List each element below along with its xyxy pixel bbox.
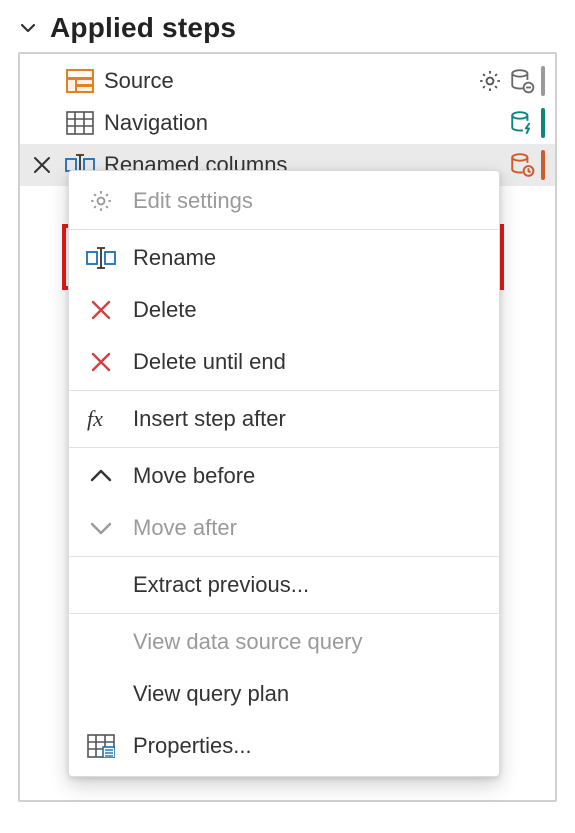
menu-label: Extract previous... — [133, 572, 309, 598]
rename-icon — [83, 247, 119, 269]
status-tick — [541, 66, 545, 96]
menu-delete-until-end[interactable]: Delete until end — [69, 336, 499, 388]
menu-label: Move after — [133, 515, 237, 541]
chevron-up-icon — [83, 466, 119, 486]
close-icon — [83, 299, 119, 321]
database-minus-icon — [509, 68, 535, 94]
step-row-source[interactable]: Source — [20, 60, 555, 102]
section-title: Applied steps — [50, 12, 236, 44]
menu-separator — [69, 390, 499, 391]
menu-move-after: Move after — [69, 502, 499, 554]
status-tick — [541, 108, 545, 138]
menu-insert-step-after[interactable]: fx Insert step after — [69, 393, 499, 445]
table-grid-icon — [64, 111, 96, 135]
database-clock-icon — [509, 152, 535, 178]
menu-rename[interactable]: Rename — [69, 232, 499, 284]
step-label: Source — [104, 68, 469, 94]
menu-separator — [69, 447, 499, 448]
applied-steps-header[interactable]: Applied steps — [18, 8, 557, 52]
menu-label: Move before — [133, 463, 255, 489]
step-label: Navigation — [104, 110, 501, 136]
menu-label: Delete until end — [133, 349, 286, 375]
menu-label: Properties... — [133, 733, 252, 759]
menu-label: View query plan — [133, 681, 289, 707]
menu-properties[interactable]: Properties... — [69, 720, 499, 772]
database-lightning-icon — [509, 110, 535, 136]
fx-icon: fx — [83, 407, 119, 431]
menu-extract-previous[interactable]: Extract previous... — [69, 559, 499, 611]
menu-view-data-source-query: View data source query — [69, 616, 499, 668]
menu-separator — [69, 229, 499, 230]
menu-label: Delete — [133, 297, 197, 323]
menu-label: View data source query — [133, 629, 363, 655]
menu-separator — [69, 613, 499, 614]
step-context-menu: Edit settings Rename Delete Delete u — [68, 170, 500, 777]
menu-edit-settings: Edit settings — [69, 175, 499, 227]
table-properties-icon — [83, 734, 119, 758]
chevron-down-icon — [83, 518, 119, 538]
menu-label: Edit settings — [133, 188, 253, 214]
gear-icon[interactable] — [477, 68, 503, 94]
status-tick — [541, 150, 545, 180]
gear-icon — [83, 188, 119, 214]
menu-move-before[interactable]: Move before — [69, 450, 499, 502]
menu-label: Rename — [133, 245, 216, 271]
menu-view-query-plan[interactable]: View query plan — [69, 668, 499, 720]
table-source-icon — [64, 69, 96, 93]
step-row-navigation[interactable]: Navigation — [20, 102, 555, 144]
menu-separator — [69, 556, 499, 557]
svg-text:fx: fx — [87, 407, 103, 431]
delete-step-icon[interactable] — [28, 155, 56, 175]
menu-delete[interactable]: Delete — [69, 284, 499, 336]
menu-label: Insert step after — [133, 406, 286, 432]
chevron-down-icon — [18, 18, 40, 38]
close-icon — [83, 351, 119, 373]
applied-steps-panel: Source Navigation — [18, 52, 557, 802]
